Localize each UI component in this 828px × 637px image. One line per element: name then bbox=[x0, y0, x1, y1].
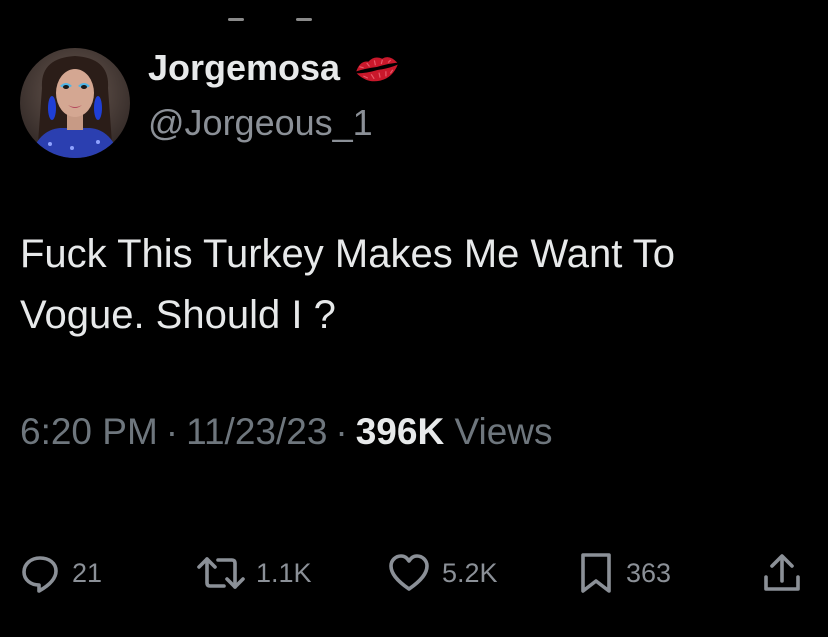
bookmark-button[interactable]: 363 bbox=[576, 548, 671, 598]
bookmark-count: 363 bbox=[626, 557, 672, 588]
share-button[interactable] bbox=[760, 548, 804, 598]
reply-count: 21 bbox=[72, 557, 103, 588]
avatar[interactable] bbox=[20, 48, 130, 158]
like-count: 5.2K bbox=[442, 557, 498, 588]
reply-icon bbox=[22, 556, 58, 593]
views-count: 396K bbox=[355, 411, 445, 452]
retweet-button[interactable]: 1.1K bbox=[196, 548, 312, 598]
views-label: Views bbox=[454, 411, 553, 452]
like-button[interactable]: 5.2K bbox=[386, 548, 498, 598]
top-dashes bbox=[228, 18, 318, 24]
bookmark-icon bbox=[581, 553, 611, 593]
tweet-text: Fuck This Turkey Makes Me Want To Vogue.… bbox=[20, 232, 676, 337]
author-name-row[interactable]: Jorgemosa bbox=[148, 50, 402, 86]
tweet-date[interactable]: 11/23/23 bbox=[186, 411, 327, 452]
reply-button[interactable]: 21 bbox=[18, 548, 102, 598]
retweet-count: 1.1K bbox=[256, 557, 312, 588]
retweet-icon bbox=[197, 557, 245, 589]
meta-separator: · bbox=[335, 411, 348, 452]
display-name[interactable]: Jorgemosa bbox=[148, 50, 340, 86]
tweet-meta: 6:20 PM · 11/23/23 · 396K Views bbox=[20, 410, 553, 454]
share-icon bbox=[764, 554, 800, 591]
avatar-image bbox=[20, 48, 130, 158]
author-handle[interactable]: @Jorgeous_1 bbox=[148, 103, 373, 143]
meta-separator: · bbox=[165, 411, 179, 452]
action-bar: 21 1.1K 5.2K 363 bbox=[0, 548, 828, 598]
tweet-time[interactable]: 6:20 PM bbox=[20, 411, 158, 452]
kiss-mark-icon bbox=[352, 51, 402, 85]
heart-icon bbox=[389, 554, 429, 591]
